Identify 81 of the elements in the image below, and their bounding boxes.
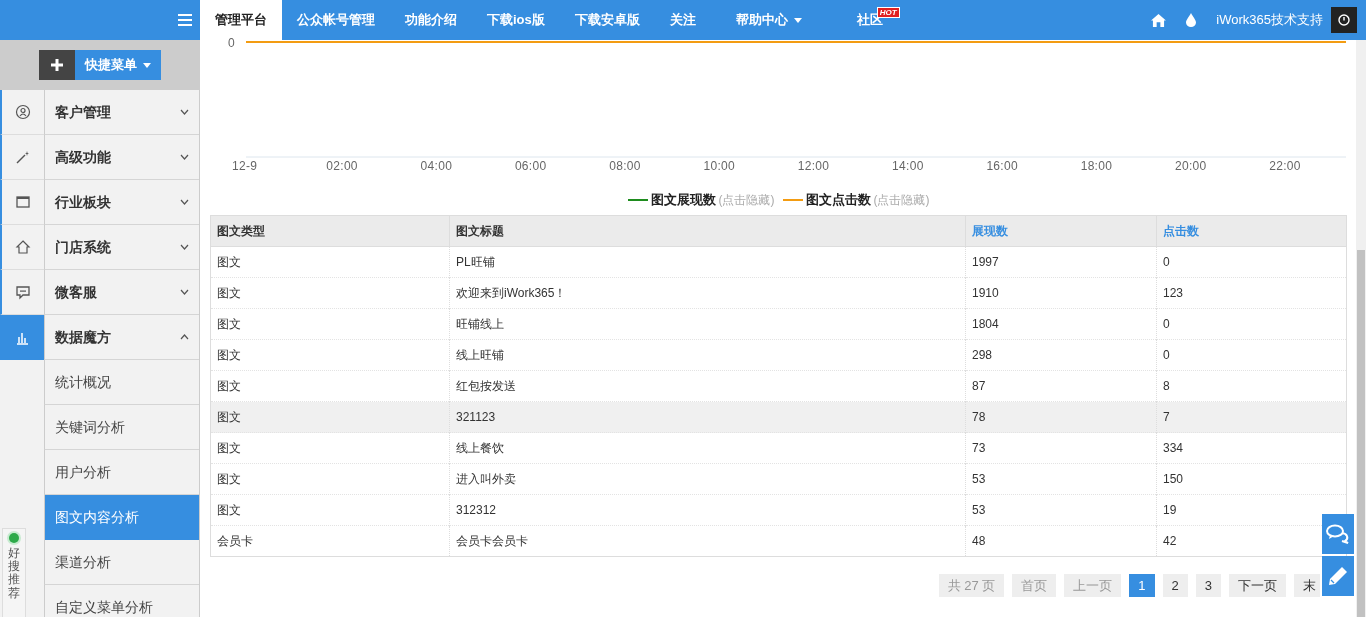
column-header: 图文标题 <box>449 215 966 247</box>
table-cell: 进入叫外卖 <box>449 463 966 495</box>
chevron-down-icon <box>180 289 189 295</box>
table-cell: 1804 <box>965 308 1157 340</box>
chat-icon <box>15 284 31 300</box>
home-icon <box>15 239 31 255</box>
table-cell: 312312 <box>449 494 966 526</box>
table-cell: 线上旺铺 <box>449 339 966 371</box>
table-cell: 图文 <box>210 308 450 340</box>
user-icon <box>15 104 31 120</box>
window-icon <box>15 194 31 210</box>
sidebar-group[interactable]: 门店系统 <box>44 225 199 270</box>
table-cell: 会员卡会员卡 <box>449 525 966 557</box>
sidebar-group[interactable]: 微客服 <box>44 270 199 315</box>
table-cell: 会员卡 <box>210 525 450 557</box>
sidebar-item[interactable]: 渠道分析 <box>44 540 199 585</box>
chevron-down-icon <box>180 199 189 205</box>
table-cell: 图文 <box>210 401 450 433</box>
table-cell: 图文 <box>210 339 450 371</box>
sidebar-group[interactable]: 行业板块 <box>44 180 199 225</box>
avatar[interactable] <box>1331 7 1357 33</box>
table-cell: 298 <box>965 339 1157 371</box>
drop-icon[interactable] <box>1186 13 1197 27</box>
table-cell: 321123 <box>449 401 966 433</box>
sidebar-item[interactable]: 自定义菜单分析 <box>44 585 199 617</box>
chat-button[interactable] <box>1322 514 1354 554</box>
axis-label: 12:00 <box>797 158 830 175</box>
table-cell: 图文 <box>210 370 450 402</box>
sidebar-group[interactable]: 数据魔方 <box>44 315 199 360</box>
table-cell: 53 <box>965 463 1157 495</box>
sidebar-item[interactable]: 关键词分析 <box>44 405 199 450</box>
page-button[interactable]: 下一页 <box>1229 574 1286 597</box>
scrollbar[interactable] <box>1356 40 1366 617</box>
page-count: 共 27 页 <box>938 574 1005 597</box>
axis-label: 06:00 <box>514 158 547 175</box>
axis-label: 04:00 <box>420 158 453 175</box>
legend-item[interactable]: 图文展现数 (点击隐藏) <box>627 189 775 210</box>
axis-label: 18:00 <box>1080 158 1113 175</box>
chevron-down-icon <box>180 154 189 160</box>
axis-label: 12-9 <box>232 158 258 175</box>
axis-label: 14:00 <box>892 158 924 175</box>
plus-icon <box>50 59 63 71</box>
legend-item[interactable]: 图文点击数 (点击隐藏) <box>782 189 930 210</box>
edit-button[interactable] <box>1322 556 1354 596</box>
axis-label: 20:00 <box>1174 158 1207 175</box>
page-button[interactable]: 3 <box>1195 574 1221 597</box>
axis-label: 10:00 <box>703 158 735 175</box>
caret-icon <box>142 62 151 68</box>
axis-label: 02:00 <box>326 158 358 175</box>
axis-label: 08:00 <box>609 158 641 175</box>
sidebar-group[interactable]: 客户管理 <box>44 90 199 135</box>
side-widget[interactable]: 好搜推荐 <box>2 528 26 617</box>
sidebar-group[interactable]: 高级功能 <box>44 135 199 180</box>
table-cell: 1910 <box>965 277 1157 309</box>
table-cell: 48 <box>965 525 1157 557</box>
axis-label: 16:00 <box>986 158 1018 175</box>
table-cell: 53 <box>965 494 1157 526</box>
table-cell: 73 <box>965 432 1157 464</box>
table-cell: 78 <box>965 401 1157 433</box>
menu-icon[interactable] <box>178 14 192 26</box>
home-icon[interactable] <box>1151 13 1167 27</box>
table-cell: 图文 <box>210 432 450 464</box>
hot-badge: HOT <box>876 7 900 18</box>
chevron-up-icon <box>180 334 189 340</box>
table-cell: 图文 <box>210 494 450 526</box>
axis-label: 22:00 <box>1269 158 1301 175</box>
table-cell: 87 <box>965 370 1157 402</box>
chat-icon <box>1326 524 1350 544</box>
table-cell: 红包按发送 <box>449 370 966 402</box>
table-cell: 图文 <box>210 463 450 495</box>
chevron-down-icon <box>180 109 189 115</box>
chevron-down-icon <box>180 244 189 250</box>
table-cell: 旺铺线上 <box>449 308 966 340</box>
column-header: 图文类型 <box>210 215 450 247</box>
sidebar-item[interactable]: 统计概况 <box>44 360 199 405</box>
table-cell: 欢迎来到iWork365！ <box>449 277 966 309</box>
page-button[interactable]: 2 <box>1162 574 1188 597</box>
pencil-icon <box>1328 566 1348 586</box>
page-button[interactable]: 末 <box>1294 574 1320 597</box>
table-cell: 图文 <box>210 277 450 309</box>
table-cell: 线上餐饮 <box>449 432 966 464</box>
